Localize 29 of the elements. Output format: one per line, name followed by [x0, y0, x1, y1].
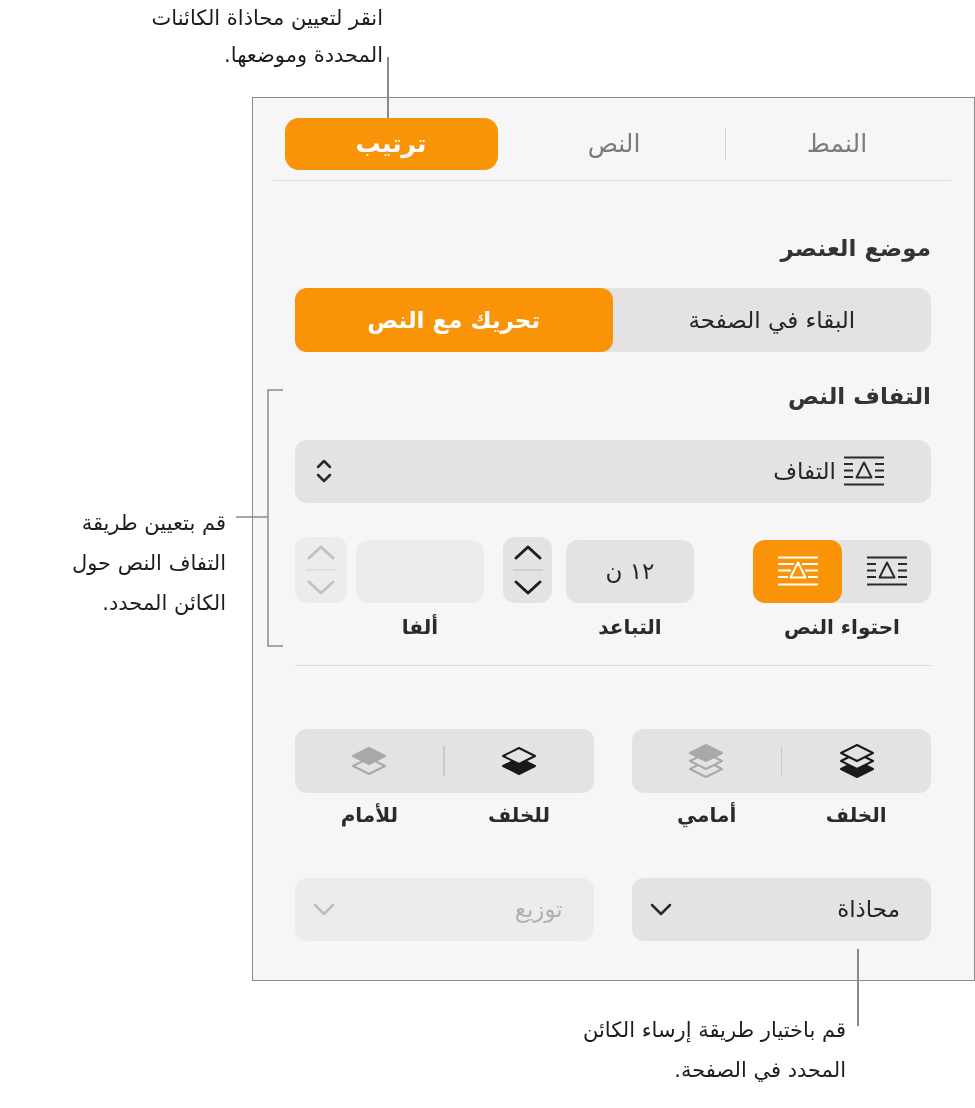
text-wrap-icon	[866, 556, 907, 586]
layers-icon	[688, 741, 725, 780]
callout-text: انقر لتعيين محاذاة الكائنات المحددة وموضعها.	[151, 5, 383, 69]
stepper-control[interactable]	[503, 536, 552, 603]
layers-icon	[838, 741, 875, 780]
tab[interactable]: النمط	[730, 117, 944, 170]
up-down-chevron-icon	[315, 458, 332, 484]
section-heading: التفاف النص	[787, 381, 931, 412]
section-heading: موضع العنصر	[780, 233, 931, 264]
callout-text: قم باختيار طريقة إرساء الكائن المحدد في الصفحة.	[582, 1017, 846, 1084]
button-label: للخلف	[487, 801, 550, 828]
text-wrap-icon	[777, 556, 818, 586]
spacing-field[interactable]: ١٢ ن	[566, 539, 694, 603]
button-label: أمامي	[676, 801, 737, 828]
button-label: للأمام	[340, 801, 398, 828]
tab[interactable]: النص	[507, 117, 721, 170]
wrap-popup[interactable]: التفاف	[294, 439, 931, 503]
tab[interactable]: ترتيب	[284, 117, 498, 170]
field-label: التباعد	[598, 613, 662, 640]
text-wrap-icon	[844, 456, 884, 486]
segment-option[interactable]: تحريك مع النص	[294, 287, 613, 352]
button-label: الخلف	[825, 801, 887, 828]
popup-button[interactable]: محاذاة	[631, 877, 931, 941]
field-label: احتواء النص	[784, 613, 900, 640]
chevron-down-icon	[312, 902, 335, 916]
segment-option[interactable]: البقاء في الصفحة	[612, 287, 931, 352]
chevron-down-icon	[649, 902, 672, 916]
callout-text: قم بتعيين طريقة التفاف النص حول الكائن المحدد.	[71, 510, 226, 617]
field-label: ألفا	[401, 613, 439, 640]
